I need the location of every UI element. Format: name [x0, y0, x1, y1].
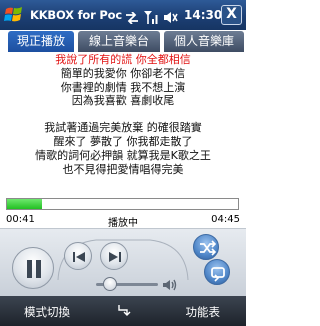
lyric-line: 簡單的我愛你 你卻老不信: [60, 66, 186, 80]
pause-icon: [27, 260, 41, 278]
app-title: KKBOX for Poc: [30, 8, 122, 22]
menu-softkey[interactable]: 功能表: [186, 304, 221, 320]
status-bar: KKBOX for Poc 14:30 X: [0, 0, 246, 30]
shuffle-button[interactable]: [193, 234, 219, 260]
softkey-bar: 模式切換 功能表: [0, 296, 246, 326]
windows-logo-icon[interactable]: [4, 5, 24, 25]
sync-arrows-icon: [125, 9, 139, 28]
volume-slider-knob[interactable]: [102, 277, 117, 291]
lyric-line: 醒來了 夢散了 你我都走散了: [53, 134, 193, 148]
previous-track-button[interactable]: [64, 242, 92, 270]
volume-icon: [162, 277, 178, 296]
total-duration: 04:45: [211, 214, 240, 225]
tab-now-playing[interactable]: 現正播放: [8, 31, 74, 52]
close-button[interactable]: X: [221, 5, 242, 25]
mode-switch-softkey[interactable]: 模式切換: [24, 304, 70, 320]
signal-icon: [143, 9, 159, 28]
progress-fill: [7, 199, 42, 209]
repeat-button[interactable]: [204, 259, 230, 285]
keyboard-icon[interactable]: [114, 302, 132, 322]
lyric-line: 你書裡的劇情 我不想上演: [60, 80, 186, 94]
playback-status: 播放中: [108, 218, 138, 229]
next-track-button[interactable]: [100, 242, 128, 270]
repeat-icon: [211, 267, 225, 282]
tab-bar: 現正播放 線上音樂台 個人音樂庫: [0, 30, 246, 52]
pause-button[interactable]: [12, 247, 54, 289]
lyric-line: 因為我喜歡 喜劇收尾: [71, 94, 175, 108]
tab-online-radio[interactable]: 線上音樂台: [78, 31, 160, 52]
lyric-line: 情歌的詞何必押韻 就算我是K歌之王: [35, 148, 211, 162]
previous-track-icon: [73, 252, 85, 262]
progress-bar[interactable]: [6, 198, 239, 210]
tab-music-library[interactable]: 個人音樂庫: [164, 31, 244, 52]
next-track-icon: [109, 252, 121, 262]
lyric-line: 也不見得把愛情唱得完美: [62, 162, 184, 176]
lyric-line: 我試著通過完美放棄 的確很踏實: [44, 121, 202, 135]
speaker-icon: [163, 9, 179, 28]
clock: 14:30: [184, 8, 223, 22]
shuffle-icon: [200, 240, 217, 256]
lyrics-panel: 我說了所有的謊 你全都相信 簡單的我愛你 你卻老不信 你書裡的劇情 我不想上演 …: [0, 53, 246, 195]
lyric-gap: [0, 108, 246, 121]
lyric-line-current: 我說了所有的謊 你全都相信: [55, 53, 191, 66]
